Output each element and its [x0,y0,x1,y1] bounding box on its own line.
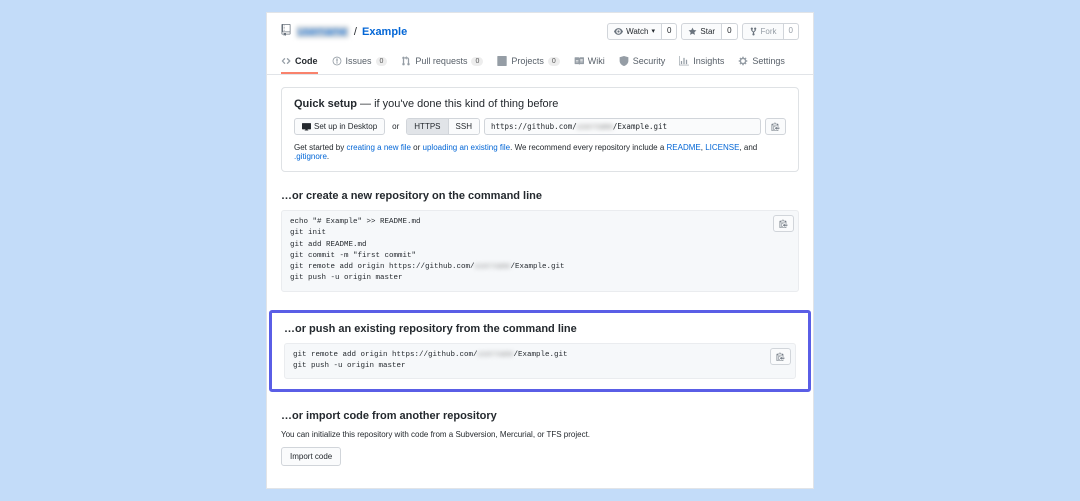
caret-down-icon: ▾ [651,27,655,37]
gear-icon [738,56,748,66]
graph-icon [679,56,689,66]
protocol-toggle: HTTPS SSH [406,118,480,135]
section-push-title: …or push an existing repository from the… [284,323,796,335]
github-repo-window: username / Example Watch ▾ 0 Star 0 [266,12,814,489]
import-code-button[interactable]: Import code [281,447,341,466]
tab-projects-label: Projects [511,56,544,66]
tab-code[interactable]: Code [281,50,318,74]
import-help-text: You can initialize this repository with … [281,430,799,439]
book-icon [574,56,584,66]
clipboard-icon [779,219,788,228]
create-code-block[interactable]: echo "# Example" >> README.md git init g… [281,210,799,292]
fork-group: Fork 0 [742,23,799,40]
readme-link[interactable]: README [667,143,701,152]
issue-icon [332,56,342,66]
eye-icon [614,27,623,36]
repo-name-link[interactable]: Example [362,26,407,38]
repo-icon [281,24,291,39]
desktop-icon [302,122,311,131]
tab-issues[interactable]: Issues 0 [332,50,388,74]
fork-button[interactable]: Fork [742,23,784,40]
https-button[interactable]: HTTPS [407,119,447,134]
or-text: or [392,122,399,131]
watch-count[interactable]: 0 [662,23,677,40]
clone-url-row: Set up in Desktop or HTTPS SSH https://g… [294,118,786,135]
push-code-block[interactable]: git remote add origin https://github.com… [284,343,796,380]
clipboard-icon [771,122,780,131]
tab-settings[interactable]: Settings [738,50,785,74]
pr-icon [401,56,411,66]
star-group: Star 0 [681,23,737,40]
project-icon [497,56,507,66]
star-label: Star [700,26,715,37]
star-count[interactable]: 0 [722,23,737,40]
tab-wiki-label: Wiki [588,56,605,66]
tab-code-label: Code [295,56,318,66]
fork-count[interactable]: 0 [784,23,799,40]
quick-setup-help: Get started by creating a new file or up… [294,143,786,161]
setup-desktop-button[interactable]: Set up in Desktop [294,118,385,135]
quick-setup-title-rest: — if you've done this kind of thing befo… [357,98,558,110]
repo-header: username / Example Watch ▾ 0 Star 0 [267,13,813,40]
section-create-title: …or create a new repository on the comma… [281,190,799,202]
shield-icon [619,56,629,66]
section-import-title: …or import code from another repository [281,410,799,422]
repo-tabs: Code Issues 0 Pull requests 0 Projects 0… [267,50,813,75]
tab-security-label: Security [633,56,666,66]
copy-url-button[interactable] [765,118,786,135]
fork-icon [749,27,758,36]
clipboard-icon [776,352,785,361]
tab-pulls-label: Pull requests [415,56,467,66]
upload-file-link[interactable]: uploading an existing file [423,143,511,152]
watch-button[interactable]: Watch ▾ [607,23,662,40]
tab-projects-count: 0 [548,57,560,66]
repo-content: Quick setup — if you've done this kind o… [267,75,813,488]
copy-push-button[interactable] [770,348,791,365]
repo-actions: Watch ▾ 0 Star 0 Fork 0 [607,23,799,40]
section-push-repo: …or push an existing repository from the… [269,310,811,393]
section-import: …or import code from another repository … [281,410,799,466]
quick-setup-box: Quick setup — if you've done this kind o… [281,87,799,172]
repo-owner-link[interactable]: username [296,26,349,38]
tab-projects[interactable]: Projects 0 [497,50,559,74]
section-create-repo: …or create a new repository on the comma… [281,190,799,292]
clone-url-field[interactable]: https://github.com/username/Example.git [484,118,761,135]
create-file-link[interactable]: creating a new file [346,143,410,152]
tab-insights[interactable]: Insights [679,50,724,74]
tab-settings-label: Settings [752,56,785,66]
tab-wiki[interactable]: Wiki [574,50,605,74]
path-separator: / [354,26,357,38]
repo-path: username / Example [281,24,407,39]
code-icon [281,56,291,66]
gitignore-link[interactable]: .gitignore [294,152,327,161]
watch-label: Watch [626,26,648,37]
tab-insights-label: Insights [693,56,724,66]
tab-issues-label: Issues [346,56,372,66]
copy-create-button[interactable] [773,215,794,232]
tab-security[interactable]: Security [619,50,666,74]
tab-issues-count: 0 [376,57,388,66]
tab-pulls-count: 0 [471,57,483,66]
star-button[interactable]: Star [681,23,722,40]
quick-setup-title: Quick setup — if you've done this kind o… [294,98,786,110]
desktop-button-label: Set up in Desktop [314,122,377,131]
star-icon [688,27,697,36]
ssh-button[interactable]: SSH [448,119,479,134]
tab-pulls[interactable]: Pull requests 0 [401,50,483,74]
fork-label: Fork [761,26,777,37]
license-link[interactable]: LICENSE [705,143,739,152]
watch-group: Watch ▾ 0 [607,23,677,40]
quick-setup-title-strong: Quick setup [294,98,357,110]
